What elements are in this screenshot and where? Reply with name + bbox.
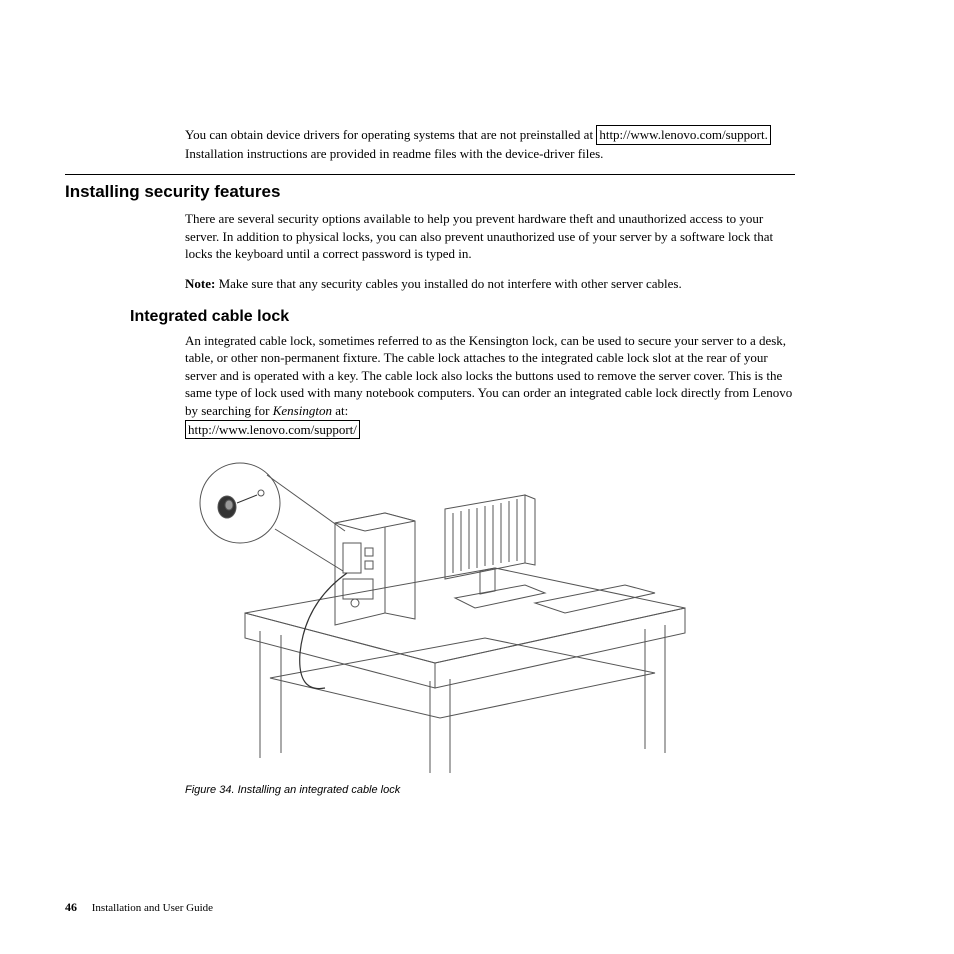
note-block: Note: Make sure that any security cables… <box>185 275 795 293</box>
footer-title: Installation and User Guide <box>92 902 213 914</box>
section-divider <box>65 174 795 175</box>
support-link-1[interactable]: http://www.lenovo.com/support. <box>596 125 771 145</box>
support-link-2[interactable]: http://www.lenovo.com/support/ <box>185 420 360 440</box>
heading-installing-security: Installing security features <box>65 181 795 204</box>
at-text: at: <box>332 403 348 418</box>
figure-caption: Figure 34. Installing an integrated cabl… <box>185 783 795 798</box>
kensington-term: Kensington <box>273 403 332 418</box>
intro-text-a: You can obtain device drivers for operat… <box>185 127 593 142</box>
intro-paragraph: You can obtain device drivers for operat… <box>185 125 795 162</box>
intro-text-b: Installation instructions are provided i… <box>185 146 603 161</box>
cable-lock-paragraph: An integrated cable lock, sometimes refe… <box>185 332 795 439</box>
page-number: 46 <box>65 900 77 914</box>
figure-illustration <box>185 453 795 773</box>
page-content: You can obtain device drivers for operat… <box>65 125 795 798</box>
security-paragraph: There are several security options avail… <box>185 210 795 263</box>
note-label: Note: <box>185 276 215 291</box>
note-text: Make sure that any security cables you i… <box>219 276 682 291</box>
cable-lock-diagram-icon <box>185 453 695 773</box>
page-footer: 46 Installation and User Guide <box>65 899 213 916</box>
heading-integrated-cable-lock: Integrated cable lock <box>130 306 795 328</box>
